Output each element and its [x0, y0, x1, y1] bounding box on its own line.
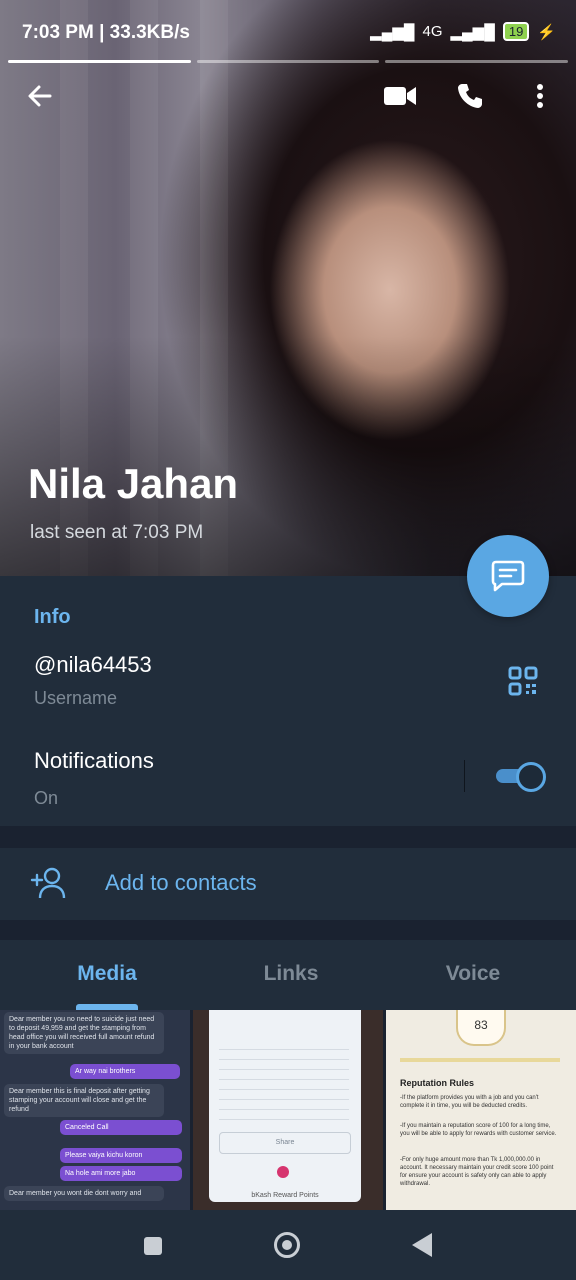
toggle-knob — [516, 762, 546, 792]
video-call-button[interactable] — [380, 76, 420, 116]
status-time: 7:03 PM | 33.3KB/s — [22, 22, 190, 43]
more-vertical-icon — [537, 84, 543, 108]
notifications-label: Notifications — [34, 748, 154, 773]
tab-links[interactable]: Links — [211, 962, 371, 986]
add-to-contacts-label: Add to contacts — [105, 870, 257, 895]
phone-icon — [458, 84, 482, 108]
add-person-icon — [30, 867, 66, 899]
progress-segment — [8, 60, 191, 63]
signal-icon-2: ▂▄▆█ — [450, 23, 495, 41]
chat-bubble: Please vaiya kichu koron — [60, 1148, 182, 1163]
story-progress — [8, 60, 569, 64]
signal-icon: ▂▄▆█ — [370, 23, 415, 41]
rule-text: -For only huge amount more than Tk 1,000… — [400, 1157, 554, 1187]
media-thumbnail[interactable]: Dear member you no need to suicide just … — [0, 1010, 190, 1210]
notifications-state: On — [34, 788, 59, 808]
video-camera-icon — [384, 87, 416, 105]
recents-button[interactable] — [144, 1237, 162, 1255]
qr-code-button[interactable] — [508, 666, 538, 696]
tab-media[interactable]: Media — [27, 962, 187, 986]
system-nav-bar — [0, 1210, 576, 1280]
score-bar — [400, 1058, 560, 1062]
profile-name: Nila Jahan — [28, 460, 239, 507]
status-indicators: ▂▄▆█ 4G ▂▄▆█ 19 ⚡ — [370, 22, 556, 41]
chat-bubble: Dear member this is final deposit after … — [4, 1084, 164, 1117]
media-thumbnail[interactable]: Share bKash Reward Points — [193, 1010, 383, 1210]
info-title: Info — [34, 606, 71, 628]
receipt-lines — [219, 1040, 349, 1120]
progress-segment — [196, 60, 380, 63]
media-tabs: Media Links Voice — [0, 940, 576, 1010]
share-button: Share — [219, 1132, 351, 1154]
receipt-screenshot: Share bKash Reward Points — [209, 1010, 361, 1202]
add-to-contacts-row[interactable]: Add to contacts — [0, 848, 576, 920]
back-nav-button[interactable] — [412, 1233, 432, 1257]
message-button[interactable] — [467, 535, 549, 617]
last-seen: last seen at 7:03 PM — [30, 522, 204, 543]
network-type: 4G — [422, 23, 443, 40]
media-thumbnail[interactable]: 83 Reputation Rules -If the platform pro… — [386, 1010, 576, 1210]
status-bar: 7:03 PM | 33.3KB/s ▂▄▆█ 4G ▂▄▆█ 19 ⚡ — [0, 0, 576, 66]
username-label: Username — [34, 688, 118, 708]
rule-text: -If you maintain a reputation score of 1… — [400, 1123, 557, 1137]
back-button[interactable] — [20, 76, 60, 116]
progress-segment — [385, 60, 569, 63]
rule-text: -If the platform provides you with a job… — [400, 1095, 539, 1109]
notifications-toggle[interactable] — [496, 762, 546, 792]
reward-label: bKash Reward Points — [251, 1192, 319, 1199]
chat-bubble: Dear member you wont die dont worry and — [4, 1186, 164, 1201]
media-grid: Dear member you no need to suicide just … — [0, 1010, 576, 1210]
rules-heading: Reputation Rules — [400, 1078, 475, 1088]
username-value[interactable]: @nila64453 — [34, 652, 152, 678]
charging-icon: ⚡ — [537, 23, 556, 41]
back-arrow-icon — [28, 85, 52, 107]
chat-bubble: Dear member you no need to suicide just … — [4, 1012, 164, 1054]
score-badge: 83 — [456, 1010, 506, 1046]
tab-voice[interactable]: Voice — [393, 962, 553, 986]
chat-bubble: Canceled Call — [60, 1120, 182, 1135]
chat-bubble: Na hole ami more jabo — [60, 1166, 182, 1181]
qr-code-icon — [508, 666, 538, 696]
divider — [464, 760, 465, 792]
info-section: Info @nila64453 Username Notifications O… — [0, 576, 576, 826]
chat-bubble: Ar way nai brothers — [70, 1064, 180, 1079]
reward-icon — [277, 1166, 289, 1178]
battery-icon: 19 — [502, 22, 530, 41]
voice-call-button[interactable] — [450, 76, 490, 116]
message-icon — [491, 560, 525, 592]
more-options-button[interactable] — [520, 76, 560, 116]
home-button[interactable] — [274, 1232, 300, 1258]
